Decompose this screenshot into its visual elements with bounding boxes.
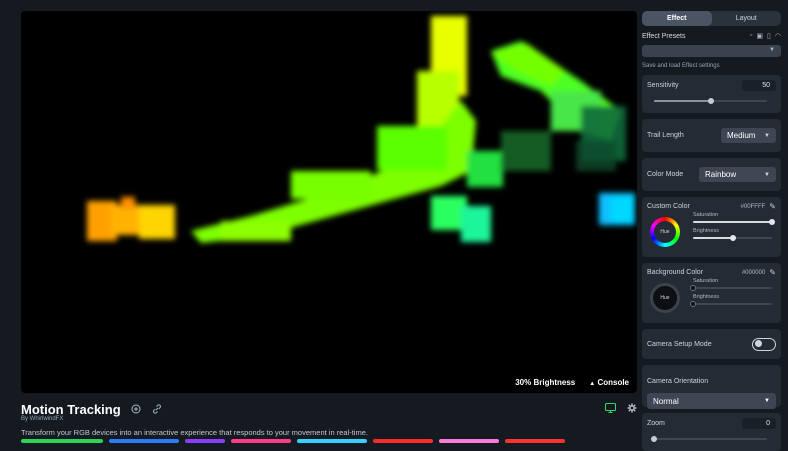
tab-effect[interactable]: Effect xyxy=(642,11,712,26)
sensitivity-label: Sensitivity xyxy=(647,82,679,89)
color-mode-label: Color Mode xyxy=(647,171,684,178)
chevron-down-icon: ▼ xyxy=(764,398,770,404)
panel-tabs: Effect Layout xyxy=(642,11,781,26)
saturation-slider[interactable] xyxy=(693,219,775,225)
effect-author: By WhirlwindFX xyxy=(21,416,64,422)
triangle-up-icon: ▲ xyxy=(589,381,596,387)
camera-orientation-card: Camera Orientation Normal ▼ xyxy=(642,365,781,409)
custom-color-label: Custom Color xyxy=(647,203,690,210)
pencil-icon[interactable]: ✎ xyxy=(769,202,776,211)
motion-visualization xyxy=(87,16,635,243)
zoom-card: Zoom 0 xyxy=(642,413,781,451)
headphones-icon[interactable]: ◠ xyxy=(775,32,781,40)
zoom-slider[interactable] xyxy=(647,435,776,443)
saturation-label: Saturation xyxy=(693,278,719,284)
sensitivity-slider[interactable] xyxy=(647,97,776,105)
presets-label: Effect Presets xyxy=(642,32,686,40)
trail-length-label: Trail Length xyxy=(647,132,684,139)
hue-wheel[interactable]: Hue xyxy=(650,217,680,247)
camera-setup-label: Camera Setup Mode xyxy=(647,340,712,348)
preset-select[interactable]: ▼ xyxy=(642,45,781,57)
background-color-card: Background Color #000000 ✎ Hue Saturatio… xyxy=(642,263,781,323)
color-mode-card: Color Mode Rainbow ▼ xyxy=(642,158,781,191)
new-preset-icon[interactable]: ▫ xyxy=(750,32,752,40)
camera-setup-card: Camera Setup Mode xyxy=(642,329,781,359)
zoom-label: Zoom xyxy=(647,420,665,427)
gear-icon[interactable] xyxy=(627,400,637,418)
sensitivity-card: Sensitivity 50 xyxy=(642,75,781,113)
presets-hint: Save and load Effect settings xyxy=(642,63,720,69)
camera-orientation-dropdown[interactable]: Normal ▼ xyxy=(647,393,776,409)
saturation-label: Saturation xyxy=(693,212,719,218)
settings-panel: Effect Layout Effect Presets ▫ ▣ ▯ ◠ ▼ S… xyxy=(642,11,781,451)
hue-wheel[interactable]: Hue xyxy=(650,283,680,313)
color-mode-dropdown[interactable]: Rainbow ▼ xyxy=(699,167,776,182)
effect-description: Transform your RGB devices into an inter… xyxy=(21,428,368,437)
custom-color-hex[interactable]: #00FFFF xyxy=(741,204,766,210)
camera-setup-toggle[interactable] xyxy=(752,337,776,351)
console-toggle[interactable]: ▲ Console xyxy=(589,378,629,387)
monitor-icon[interactable] xyxy=(605,400,616,418)
tab-layout[interactable]: Layout xyxy=(712,11,782,26)
pencil-icon[interactable]: ✎ xyxy=(769,268,776,277)
trail-length-card: Trail Length Medium ▼ xyxy=(642,119,781,152)
camera-orientation-label: Camera Orientation xyxy=(647,378,709,385)
zoom-input[interactable]: 0 xyxy=(742,418,776,429)
background-color-hex[interactable]: #000000 xyxy=(742,270,765,276)
device-color-strip xyxy=(21,439,637,443)
tracking-preview: 30% Brightness ▲ Console xyxy=(21,11,637,393)
delete-preset-icon[interactable]: ▯ xyxy=(767,32,771,40)
brightness-slider[interactable] xyxy=(690,301,772,307)
slider-thumb[interactable] xyxy=(651,436,657,442)
custom-color-card: Custom Color #00FFFF ✎ Hue Saturation Br… xyxy=(642,197,781,257)
brightness-slider[interactable] xyxy=(693,235,772,241)
add-circle-icon[interactable] xyxy=(130,403,142,415)
trail-length-dropdown[interactable]: Medium ▼ xyxy=(721,128,776,143)
chevron-down-icon: ▼ xyxy=(769,47,775,53)
brightness-indicator: 30% Brightness xyxy=(515,378,576,387)
effect-title: Motion Tracking xyxy=(21,401,121,417)
brightness-label: Brightness xyxy=(693,228,719,234)
save-preset-icon[interactable]: ▣ xyxy=(756,32,763,40)
brightness-label: Brightness xyxy=(693,294,719,300)
sensitivity-input[interactable]: 50 xyxy=(742,80,776,91)
link-icon[interactable] xyxy=(151,403,163,415)
chevron-down-icon: ▼ xyxy=(764,132,770,139)
chevron-down-icon: ▼ xyxy=(764,171,770,178)
saturation-slider[interactable] xyxy=(690,285,772,291)
background-color-label: Background Color xyxy=(647,269,704,276)
slider-thumb[interactable] xyxy=(707,98,714,104)
